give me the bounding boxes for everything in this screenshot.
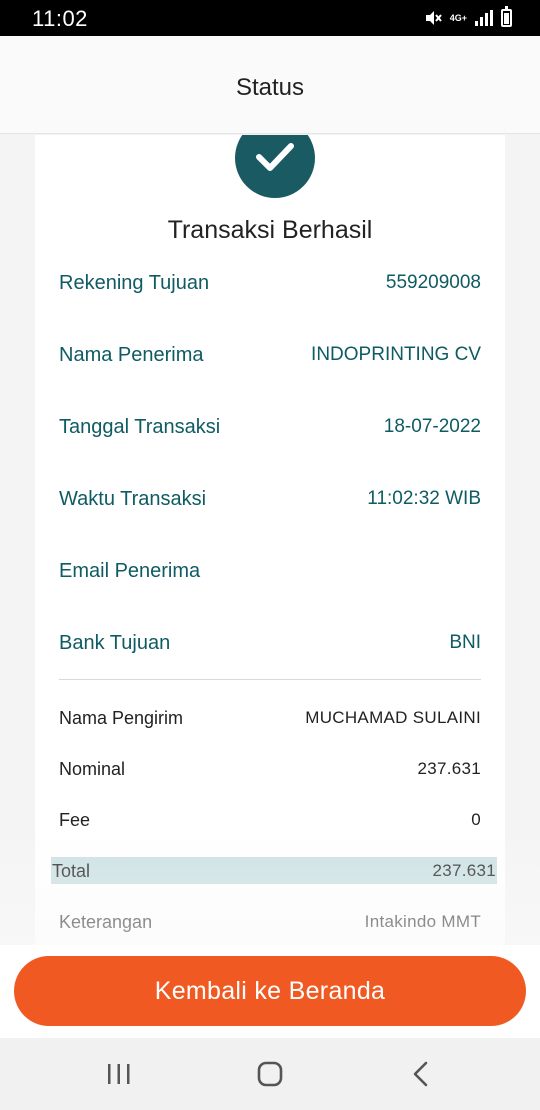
mute-icon: [425, 11, 442, 25]
summary-label: Keterangan: [59, 912, 153, 932]
detail-value: BNI: [449, 632, 481, 653]
recent-apps-icon[interactable]: [99, 1060, 139, 1090]
system-nav-bar: [0, 1038, 540, 1110]
summary-row-total: Total 237.631: [51, 857, 497, 884]
app-header: Status: [0, 36, 540, 134]
summary-label: Total: [52, 861, 91, 881]
summary-value: Intakindo MMT: [364, 912, 481, 931]
summary-label: Fee: [59, 810, 91, 830]
detail-value: INDOPRINTING CV: [311, 344, 481, 365]
status-time: 11:02: [32, 6, 88, 31]
home-icon[interactable]: [250, 1060, 290, 1090]
summary-label: Nama Pengirim: [59, 708, 184, 728]
back-to-home-button[interactable]: Kembali ke Beranda: [14, 956, 526, 1026]
summary-value: 237.631: [432, 861, 496, 880]
detail-value: 18-07-2022: [383, 416, 481, 437]
bottom-action-area: Kembali ke Beranda: [0, 945, 540, 1038]
detail-label: Email Penerima: [59, 560, 201, 582]
signal-icon: [475, 10, 493, 26]
battery-icon: [501, 6, 512, 27]
summary-row-fee: Fee 0: [59, 808, 481, 834]
status-bar: 11:02 4G+: [0, 0, 540, 36]
detail-value: 11:02:32 WIB: [367, 488, 481, 509]
detail-label: Tanggal Transaksi: [59, 416, 221, 438]
back-icon[interactable]: [401, 1060, 441, 1090]
status-icons: 4G+: [424, 6, 512, 28]
summary-row-nominal: Nominal 237.631: [59, 757, 481, 783]
divider: [59, 679, 481, 680]
summary-value: 0: [471, 810, 481, 829]
summary-label: Nominal: [59, 759, 126, 779]
transaction-status-title: Transaksi Berhasil: [167, 216, 373, 244]
detail-label: Rekening Tujuan: [59, 272, 210, 294]
summary-value: 237.631: [417, 759, 481, 778]
summary-value: MUCHAMAD SULAINI: [305, 708, 481, 727]
detail-label: Waktu Transaksi: [59, 488, 207, 510]
detail-value: 559209008: [385, 272, 481, 293]
network-4g-icon: 4G+: [449, 12, 467, 23]
detail-label: Bank Tujuan: [59, 632, 171, 654]
page-title: Status: [235, 74, 305, 101]
summary-row-keterangan: Keterangan Intakindo MMT: [59, 910, 481, 936]
detail-label: Nama Penerima: [59, 344, 204, 366]
summary-row-pengirim: Nama Pengirim MUCHAMAD SULAINI: [59, 706, 481, 732]
